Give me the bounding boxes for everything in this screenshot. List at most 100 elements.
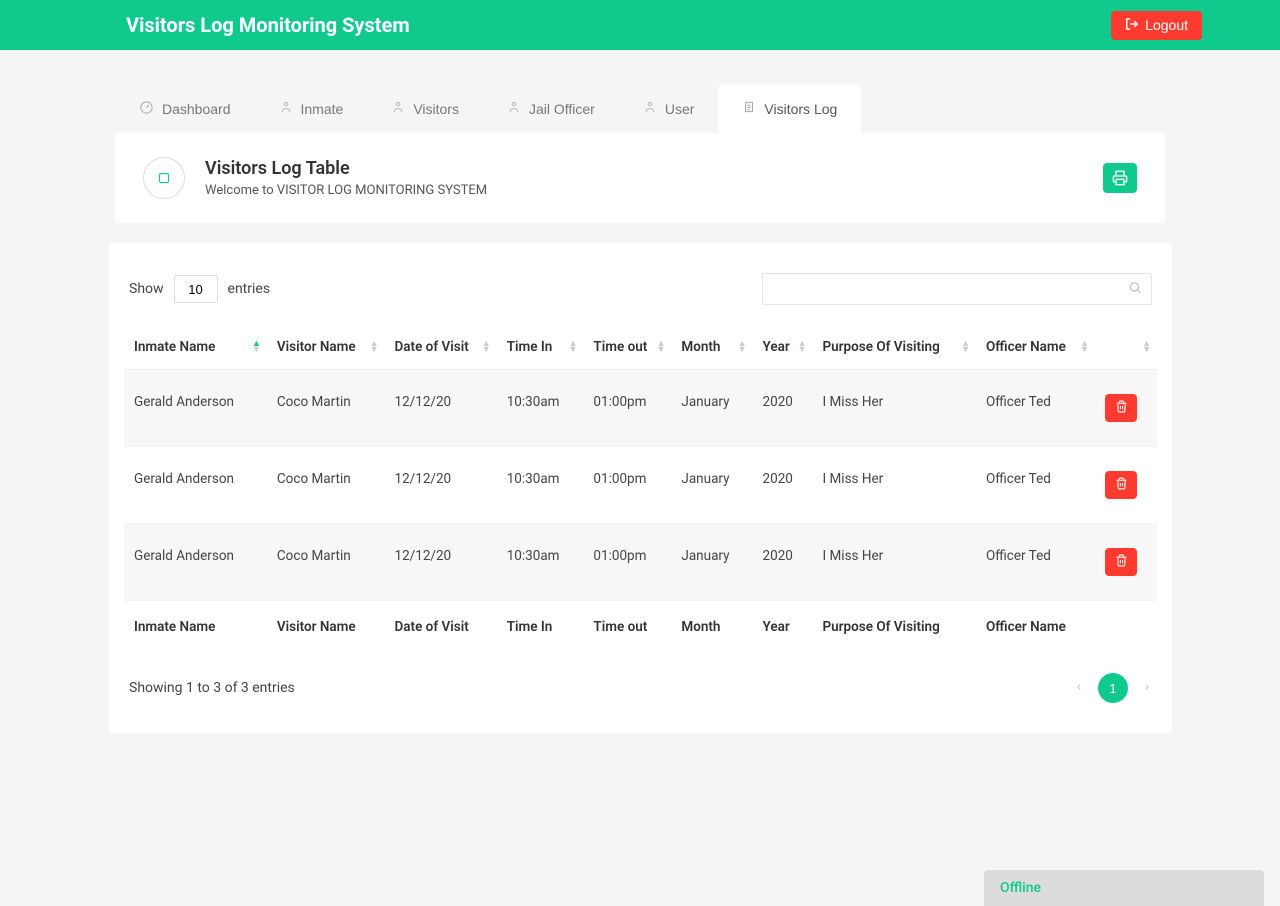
cell-visitor: Coco Martin [267,447,385,524]
trash-icon [1115,477,1128,493]
logout-button[interactable]: Logout [1111,11,1202,40]
table-row: Gerald AndersonCoco Martin12/12/2010:30a… [124,370,1157,447]
tab-label: Dashboard [162,101,231,117]
page-title: Visitors Log Table [205,158,487,179]
column-footer: Time out [583,601,671,654]
page-header-panel: Visitors Log Table Welcome to VISITOR LO… [115,133,1165,223]
cell-officer: Officer Ted [976,524,1095,601]
column-footer: Month [671,601,752,654]
cell-purpose: I Miss Her [812,524,976,601]
clipboard-icon [742,99,756,119]
sort-icon: ▲▼ [370,341,379,353]
trash-icon [1115,554,1128,570]
cell-actions [1095,524,1157,601]
tab-visitors-log[interactable]: Visitors Log [718,85,861,133]
tab-user[interactable]: User [619,85,719,133]
column-header[interactable]: Date of Visit▲▼ [384,325,496,370]
table-controls: Show entries [124,273,1157,325]
cell-in: 10:30am [497,370,584,447]
logout-label: Logout [1145,17,1188,33]
logout-icon [1125,17,1139,34]
app-title: Visitors Log Monitoring System [126,13,410,37]
cell-in: 10:30am [497,524,584,601]
column-footer: Inmate Name [124,601,267,654]
entries-label: entries [228,281,271,297]
column-footer: Officer Name [976,601,1095,654]
cell-visitor: Coco Martin [267,370,385,447]
search-input[interactable] [762,273,1152,305]
sort-icon: ▲▼ [961,341,970,353]
table-card: Show entries Inmate Name▲▼Visitor Name▲▼… [109,243,1172,733]
topbar: Visitors Log Monitoring System Logout [0,0,1280,50]
offline-label: Offline [1000,880,1041,896]
tab-inmate[interactable]: Inmate [255,85,368,133]
column-footer: Year [753,601,813,654]
cell-out: 01:00pm [583,524,671,601]
person-icon [391,99,405,119]
main-container: Dashboard Inmate Visitors Jail Officer User V… [115,85,1165,733]
cell-date: 12/12/20 [384,370,496,447]
column-footer: Date of Visit [384,601,496,654]
page-subtitle: Welcome to VISITOR LOG MONITORING SYSTEM [205,183,487,198]
cell-inmate: Gerald Anderson [124,524,267,601]
sort-icon: ▲▼ [1080,341,1089,353]
table-body: Gerald AndersonCoco Martin12/12/2010:30a… [124,370,1157,601]
cell-actions [1095,447,1157,524]
cell-year: 2020 [753,447,813,524]
column-header[interactable]: Officer Name▲▼ [976,325,1095,370]
column-footer: Purpose Of Visiting [812,601,976,654]
tab-jail-officer[interactable]: Jail Officer [483,85,619,133]
cell-month: January [671,447,752,524]
tab-label: Visitors Log [764,101,837,117]
offline-status-bar[interactable]: Offline [984,870,1264,906]
tab-visitors[interactable]: Visitors [367,85,483,133]
sort-icon: ▲▼ [656,341,665,353]
print-button[interactable] [1103,163,1137,193]
cell-out: 01:00pm [583,447,671,524]
column-header-actions[interactable]: ▲▼ [1095,325,1157,370]
entries-input[interactable] [174,275,218,303]
column-header[interactable]: Year▲▼ [753,325,813,370]
trash-icon [1115,400,1128,416]
column-header[interactable]: Month▲▼ [671,325,752,370]
next-page-button[interactable] [1142,680,1152,696]
sort-icon: ▲▼ [738,341,747,353]
cell-year: 2020 [753,524,813,601]
pagination: 1 [1074,673,1152,703]
column-header[interactable]: Visitor Name▲▼ [267,325,385,370]
tab-label: Visitors [413,101,459,117]
cell-officer: Officer Ted [976,370,1095,447]
sort-icon: ▲▼ [1142,341,1151,353]
cell-month: January [671,524,752,601]
column-header[interactable]: Purpose Of Visiting▲▼ [812,325,976,370]
tab-dashboard[interactable]: Dashboard [115,85,255,133]
delete-button[interactable] [1105,394,1137,422]
sort-icon: ▲▼ [798,341,807,353]
column-header[interactable]: Inmate Name▲▼ [124,325,267,370]
visitors-table: Inmate Name▲▼Visitor Name▲▼Date of Visit… [124,325,1157,653]
column-header[interactable]: Time In▲▼ [497,325,584,370]
cell-out: 01:00pm [583,370,671,447]
cell-inmate: Gerald Anderson [124,370,267,447]
showing-text: Showing 1 to 3 of 3 entries [129,680,295,696]
delete-button[interactable] [1105,548,1137,576]
table-footer: Showing 1 to 3 of 3 entries 1 [124,653,1157,703]
person-icon [279,99,293,119]
tab-label: User [665,101,695,117]
sort-icon: ▲▼ [482,341,491,353]
cell-inmate: Gerald Anderson [124,447,267,524]
cell-date: 12/12/20 [384,524,496,601]
delete-button[interactable] [1105,471,1137,499]
prev-page-button[interactable] [1074,680,1084,696]
table-header-row: Inmate Name▲▼Visitor Name▲▼Date of Visit… [124,325,1157,370]
table-footer-row: Inmate NameVisitor NameDate of VisitTime… [124,601,1157,654]
show-label: Show [129,281,164,297]
person-icon [643,99,657,119]
page-1-button[interactable]: 1 [1098,673,1128,703]
column-header[interactable]: Time out▲▼ [583,325,671,370]
table-row: Gerald AndersonCoco Martin12/12/2010:30a… [124,447,1157,524]
column-footer: Time In [497,601,584,654]
cell-in: 10:30am [497,447,584,524]
cell-year: 2020 [753,370,813,447]
person-icon [507,99,521,119]
